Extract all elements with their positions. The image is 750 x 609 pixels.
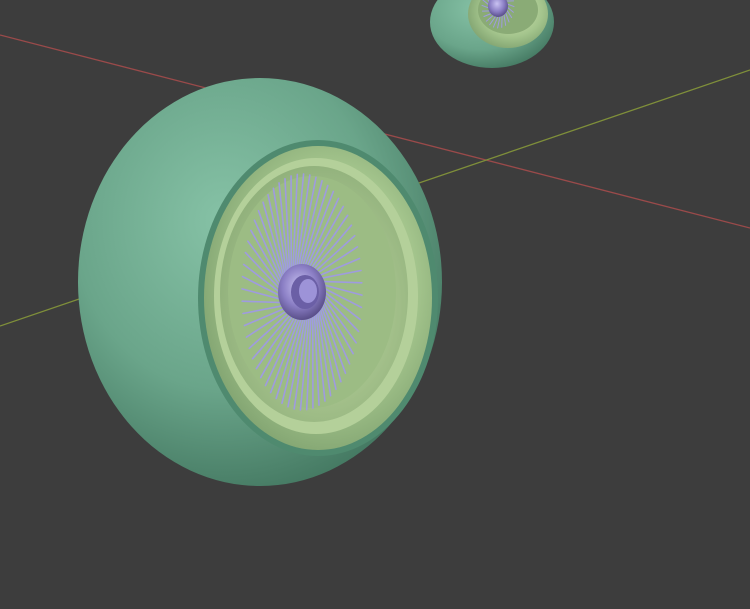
wheel-foreground[interactable] [78,78,442,486]
3d-viewport[interactable] [0,0,750,609]
viewport-canvas[interactable] [0,0,750,609]
wheel-background[interactable] [430,0,554,68]
